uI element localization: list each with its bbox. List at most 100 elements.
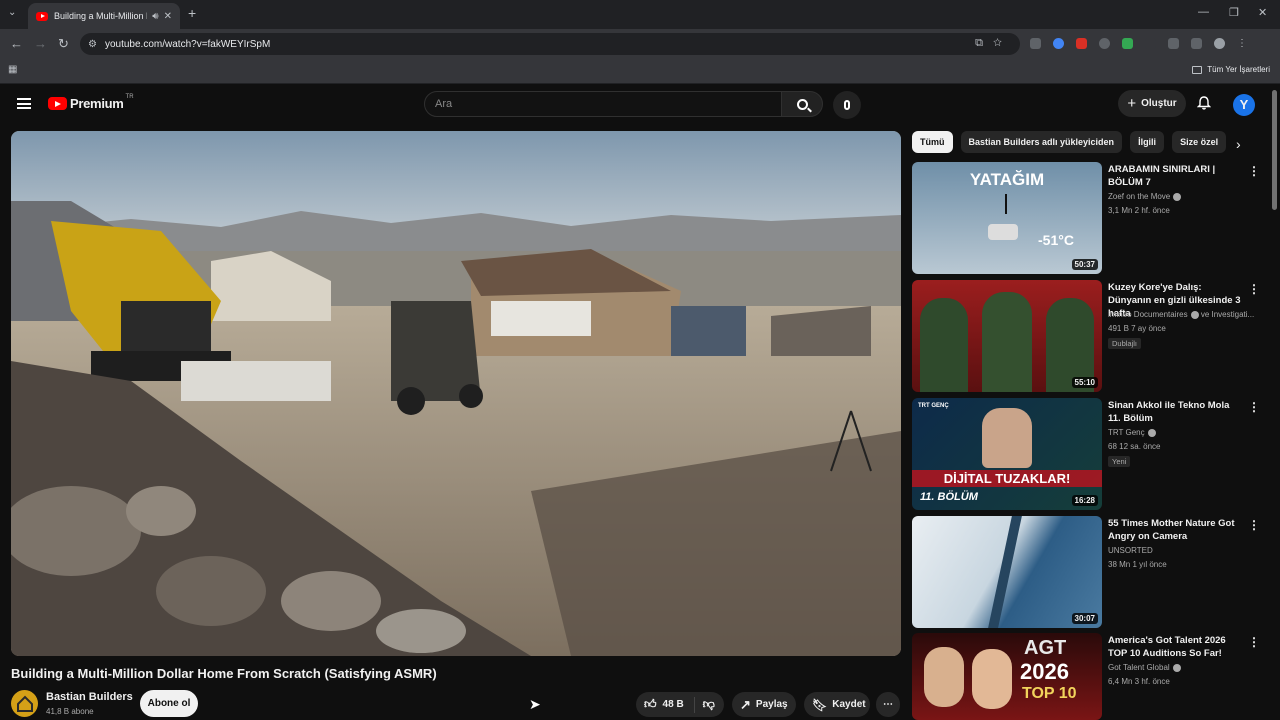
create-button[interactable]: + Oluştur (1118, 90, 1186, 117)
close-window-icon[interactable]: ✕ (1258, 6, 1267, 19)
extension-icon[interactable] (1099, 38, 1110, 49)
chip-all[interactable]: Tümü (912, 131, 953, 153)
channel-label: Got Talent Global (1108, 663, 1170, 672)
channel-name[interactable]: Bastian Builders (46, 691, 133, 703)
restore-icon[interactable]: ❐ (1229, 6, 1239, 19)
video-meta: 6,4 Mn 3 hf. önce (1108, 677, 1170, 686)
recommendation-item[interactable]: TRT GENÇ DİJİTAL TUZAKLAR! 11. BÖLÜM 16:… (912, 398, 1260, 510)
tab-search-icon[interactable]: ⌄ (8, 7, 16, 18)
channel-name[interactable]: UNSORTED (1108, 546, 1153, 555)
logo-text: Premium (70, 96, 124, 111)
more-horizontal-icon: ⋯ (883, 699, 893, 710)
browser-tab[interactable]: Building a Multi-Million Do 🔊︎ ✕ (28, 3, 180, 29)
video-duration: 30:07 (1071, 613, 1098, 624)
video-title[interactable]: America's Got Talent 2026 TOP 10 Auditio… (1108, 634, 1243, 660)
arrow-down-icon (1005, 194, 1007, 214)
account-avatar[interactable]: Y (1233, 94, 1255, 116)
channel-name[interactable]: Got Talent Global (1108, 663, 1181, 672)
channel-name[interactable]: TRT Genç (1108, 428, 1156, 437)
youtube-favicon-icon (36, 11, 48, 21)
recommendation-item[interactable]: 55:10 Kuzey Kore'ye Dalış: Dünyanın en g… (912, 280, 1260, 392)
soldier-figure (982, 292, 1032, 392)
subscribe-button[interactable]: Abone ol (140, 690, 198, 717)
verified-icon (1147, 428, 1156, 437)
menu-hamburger-icon[interactable] (17, 98, 31, 109)
site-info-icon[interactable]: ⚙︎ (88, 39, 97, 50)
video-meta: 68 12 sa. önce (1108, 442, 1161, 451)
tab-title: Building a Multi-Million Do (54, 11, 148, 21)
minimize-icon[interactable]: — (1198, 6, 1209, 18)
chips-next-icon[interactable]: › (1236, 136, 1241, 152)
extension-icon[interactable] (1030, 38, 1041, 49)
more-vertical-icon[interactable]: ⋮ (1248, 164, 1260, 178)
house-logo-icon (16, 695, 33, 712)
thumb-caption: AGT (1024, 637, 1067, 659)
recommendation-item[interactable]: 30:07 55 Times Mother Nature Got Angry o… (912, 516, 1260, 628)
youtube-header: Premium TR Ara + Oluştur Y (0, 85, 1280, 125)
chip-for-you[interactable]: Size özel (1172, 131, 1227, 153)
video-player[interactable] (11, 131, 901, 656)
video-title[interactable]: 55 Times Mother Nature Got Angry on Came… (1108, 517, 1243, 543)
more-actions-button[interactable]: ⋯ (876, 692, 900, 717)
page-scrollbar[interactable] (1272, 90, 1277, 210)
more-vertical-icon[interactable]: ⋮ (1248, 635, 1260, 649)
back-icon[interactable]: ← (10, 36, 23, 51)
extension-icon[interactable] (1122, 38, 1133, 49)
profile-icon[interactable] (1214, 38, 1225, 49)
thumbs-down-icon[interactable]: 👎︎ (703, 697, 715, 712)
video-title[interactable]: ARABAMIN SINIRLARI | BÖLÜM 7 (1108, 163, 1243, 189)
more-vertical-icon[interactable]: ⋮ (1248, 400, 1260, 414)
recommendation-item[interactable]: YATAĞIM -51°C 50:37 ARABAMIN SINIRLARI |… (912, 162, 1260, 274)
chip-from-uploader[interactable]: Bastian Builders adlı yükleyiciden (960, 131, 1123, 153)
extension-icon[interactable] (1076, 38, 1087, 49)
new-tab-icon[interactable]: + (188, 5, 196, 21)
video-thumbnail[interactable]: YATAĞIM -51°C 50:37 (912, 162, 1102, 274)
verified-icon (1172, 663, 1181, 672)
forward-icon[interactable]: → (34, 36, 47, 51)
recommendation-item[interactable]: AGT 2026 TOP 10 America's Got Talent 202… (912, 633, 1260, 720)
bookmark-icon: 🔖︎ (812, 697, 828, 712)
voice-search-button[interactable] (833, 91, 861, 119)
thumbs-up-icon[interactable]: 👍︎ (644, 697, 657, 712)
new-badge: Yeni (1108, 456, 1131, 467)
like-count[interactable]: 48 B (663, 699, 684, 710)
more-vertical-icon[interactable]: ⋮ (1248, 518, 1260, 532)
url-text: youtube.com/watch?v=fakWEYIrSpM (104, 38, 271, 50)
channel-avatar[interactable] (11, 690, 38, 717)
video-title[interactable]: Sinan Akkol ile Tekno Mola 11. Bölüm (1108, 399, 1243, 425)
video-frame (11, 131, 901, 656)
notifications-bell-icon[interactable] (1197, 96, 1211, 110)
channel-name[interactable]: imineo Documentaires ve Investigati... (1108, 310, 1254, 319)
video-thumbnail[interactable]: TRT GENÇ DİJİTAL TUZAKLAR! 11. BÖLÜM 16:… (912, 398, 1102, 510)
video-meta: 38 Mn 1 yıl önce (1108, 560, 1167, 569)
bookmark-star-icon[interactable]: ⧉☆ (975, 37, 1012, 50)
all-bookmarks[interactable]: Tüm Yer İşaretleri (1192, 65, 1270, 74)
apps-grid-icon[interactable]: ▦ (8, 64, 17, 75)
channel-label: TRT Genç (1108, 428, 1145, 437)
judge-face (972, 649, 1012, 709)
more-vertical-icon[interactable]: ⋮ (1248, 282, 1260, 296)
extension-icon[interactable] (1053, 38, 1064, 49)
menu-icon[interactable]: ⋮ (1237, 38, 1247, 49)
media-icon[interactable] (1191, 38, 1202, 49)
speaker-icon[interactable]: 🔊︎ (152, 11, 158, 22)
chip-related[interactable]: İlgili (1130, 131, 1165, 153)
create-label: Oluştur (1141, 98, 1177, 109)
youtube-logo[interactable]: Premium TR (48, 94, 134, 111)
extensions-puzzle-icon[interactable] (1168, 38, 1179, 49)
save-button[interactable]: 🔖︎ Kaydet (804, 692, 870, 717)
video-thumbnail[interactable]: AGT 2026 TOP 10 (912, 633, 1102, 720)
search-button[interactable] (781, 91, 823, 117)
close-tab-icon[interactable]: ✕ (164, 11, 172, 22)
video-thumbnail[interactable]: 55:10 (912, 280, 1102, 392)
search-input[interactable]: Ara (424, 91, 782, 117)
url-field[interactable]: ⚙︎ youtube.com/watch?v=fakWEYIrSpM ⧉☆ (80, 33, 1020, 55)
share-button[interactable]: ↗ Paylaş (732, 692, 796, 717)
thumb-caption: DİJİTAL TUZAKLAR! (912, 470, 1102, 487)
channel-name[interactable]: Zoef on the Move (1108, 192, 1182, 201)
video-thumbnail[interactable]: 30:07 (912, 516, 1102, 628)
car-icon (988, 224, 1018, 240)
all-bookmarks-label: Tüm Yer İşaretleri (1207, 65, 1270, 74)
reload-icon[interactable]: ↻ (58, 36, 69, 52)
video-meta: 491 B 7 ay önce (1108, 324, 1166, 333)
